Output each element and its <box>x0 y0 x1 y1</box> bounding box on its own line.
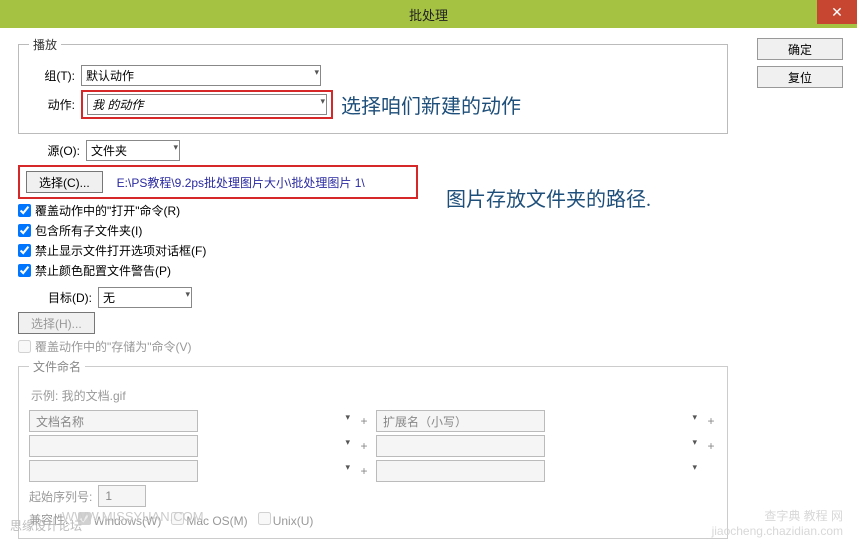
plus-icon: + <box>705 439 717 453</box>
seq-label: 起始序列号: <box>29 488 92 505</box>
naming-group: 文件命名 示例: 我的文档.gif ▾ + ▾ + ▾ + ▾ + ▾ + ▾ … <box>18 358 728 539</box>
playback-group: 播放 组(T): 默认动作 ▾ 动作: 我 的动作 ▾ 选择咱们新建的动作 <box>18 36 728 134</box>
annotation-action: 选择咱们新建的动作 <box>341 90 521 119</box>
cb-subfolders-label: 包含所有子文件夹(I) <box>35 222 142 239</box>
chevron-down-icon: ▾ <box>692 437 697 448</box>
naming-example: 示例: 我的文档.gif <box>31 387 717 404</box>
choose-source-button[interactable]: 选择(C)... <box>26 171 103 193</box>
close-button[interactable]: ✕ <box>817 0 857 24</box>
name-field-4 <box>376 435 545 457</box>
reset-button[interactable]: 复位 <box>757 66 843 88</box>
plus-icon: + <box>358 414 370 428</box>
chevron-down-icon: ▾ <box>692 412 697 423</box>
name-field-2 <box>376 410 545 432</box>
action-select[interactable]: 我 的动作 <box>87 94 327 115</box>
titlebar: 批处理 ✕ <box>0 0 857 28</box>
cb-override-open[interactable] <box>18 204 31 217</box>
chevron-down-icon: ▾ <box>692 462 697 473</box>
cb-unix-label: Unix(U) <box>273 514 314 528</box>
compat-label: 兼容性: <box>29 511 68 528</box>
plus-icon: + <box>358 439 370 453</box>
dest-select[interactable]: 无 <box>98 287 192 308</box>
cb-suppress-color[interactable] <box>18 264 31 277</box>
cb-override-save <box>18 340 31 353</box>
cb-mac-label: Mac OS(M) <box>186 514 247 528</box>
cb-override-open-label: 覆盖动作中的"打开"命令(R) <box>35 202 180 219</box>
cb-mac <box>171 512 184 525</box>
name-field-3 <box>29 435 198 457</box>
cb-suppress-open-label: 禁止显示文件打开选项对话框(F) <box>35 242 206 259</box>
chevron-down-icon: ▾ <box>345 462 350 473</box>
plus-icon: + <box>358 464 370 478</box>
cb-windows-label: Windows(W) <box>93 514 161 528</box>
cb-suppress-open[interactable] <box>18 244 31 257</box>
cb-unix <box>258 512 271 525</box>
naming-legend: 文件命名 <box>29 358 85 375</box>
chevron-down-icon: ▾ <box>345 437 350 448</box>
cb-subfolders[interactable] <box>18 224 31 237</box>
playback-legend: 播放 <box>29 36 61 53</box>
highlight-path: 选择(C)... E:\PS教程\9.2ps批处理图片大小\批处理图片 1\ <box>18 165 418 199</box>
choose-dest-button: 选择(H)... <box>18 312 95 334</box>
ok-button[interactable]: 确定 <box>757 38 843 60</box>
group-select[interactable]: 默认动作 <box>81 65 321 86</box>
name-field-5 <box>29 460 198 482</box>
dest-label: 目标(D): <box>34 289 92 306</box>
close-icon: ✕ <box>831 4 843 21</box>
cb-suppress-color-label: 禁止颜色配置文件警告(P) <box>35 262 171 279</box>
action-label: 动作: <box>29 96 75 113</box>
annotation-path: 图片存放文件夹的路径. <box>446 183 651 212</box>
name-field-1 <box>29 410 198 432</box>
cb-windows <box>78 512 91 525</box>
dest-section: 目标(D): 无 ▾ 选择(H)... 覆盖动作中的"存储为"命令(V) 文件命… <box>18 287 728 539</box>
plus-icon: + <box>705 414 717 428</box>
chevron-down-icon: ▾ <box>345 412 350 423</box>
dialog-buttons: 确定 复位 <box>757 38 843 94</box>
source-label: 源(O): <box>34 142 80 159</box>
seq-input <box>98 485 146 507</box>
cb-override-save-label: 覆盖动作中的"存储为"命令(V) <box>35 338 192 355</box>
source-path: E:\PS教程\9.2ps批处理图片大小\批处理图片 1\ <box>117 174 365 191</box>
window-title: 批处理 <box>409 5 448 24</box>
group-label: 组(T): <box>29 67 75 84</box>
source-select[interactable]: 文件夹 <box>86 140 180 161</box>
name-field-6 <box>376 460 545 482</box>
highlight-action: 我 的动作 ▾ <box>81 90 333 119</box>
